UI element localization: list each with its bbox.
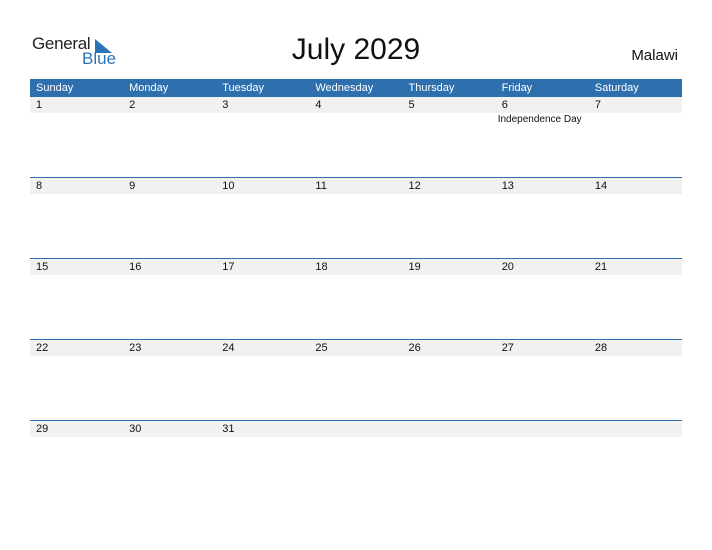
day-cell: 21 (589, 259, 682, 340)
day-cell: 13 (496, 178, 589, 259)
day-cell: 16 (123, 259, 216, 340)
day-cell (403, 421, 496, 502)
day-number: 21 (594, 261, 608, 273)
week-row: 15 16 17 18 19 20 21 (30, 258, 682, 340)
day-cell: 10 (216, 178, 309, 259)
holiday-label: Independence Day (497, 114, 582, 125)
day-cell: 18 (309, 259, 402, 340)
day-number: 31 (222, 423, 235, 435)
day-number: 11 (315, 180, 327, 192)
day-number: 24 (222, 342, 235, 354)
day-cell: 22 (30, 340, 123, 421)
day-cell: 25 (309, 340, 402, 421)
day-number: 10 (222, 180, 235, 192)
day-cell: 29 (30, 421, 123, 502)
week-row: 8 9 10 11 12 13 14 (30, 177, 682, 259)
day-cell: 26 (403, 340, 496, 421)
day-number: 19 (408, 261, 421, 273)
country-label: Malawi (631, 47, 678, 64)
day-number: 17 (222, 261, 235, 273)
day-number: 2 (129, 99, 136, 111)
day-cell: 28 (589, 340, 682, 421)
week-row: 29 30 31 (30, 420, 682, 502)
week-row: 1 2 3 4 5 6 Independence Day 7 (30, 97, 682, 178)
day-number: 3 (222, 99, 229, 111)
day-cell: 3 (216, 97, 309, 178)
day-number: 28 (594, 342, 608, 354)
day-cell: 12 (403, 178, 496, 259)
day-cell: 20 (496, 259, 589, 340)
day-cell: 4 (309, 97, 402, 178)
day-cell (589, 421, 682, 502)
day-number: 7 (594, 99, 601, 111)
day-cell: 7 (589, 97, 682, 178)
day-number: 25 (315, 342, 328, 354)
day-number: 6 (501, 99, 508, 111)
day-cell (496, 421, 589, 502)
day-number: 5 (408, 99, 415, 111)
day-number: 30 (129, 423, 142, 435)
weekday-friday: Friday (501, 82, 533, 94)
day-cell: 5 (403, 97, 496, 178)
day-cell: 17 (216, 259, 309, 340)
day-number: 29 (36, 423, 49, 435)
weekday-wednesday: Wednesday (315, 82, 374, 94)
day-cell: 2 (123, 97, 216, 178)
day-number: 14 (594, 180, 608, 192)
calendar-title: July 2029 (291, 33, 421, 66)
day-number: 13 (501, 180, 514, 192)
day-cell: 19 (403, 259, 496, 340)
day-number: 18 (315, 261, 328, 273)
weekday-sunday: Sunday (36, 82, 74, 94)
day-cell: 6 Independence Day (496, 97, 589, 178)
day-cell: 15 (30, 259, 123, 340)
day-cell: 31 (216, 421, 309, 502)
weekday-header: Sunday Monday Tuesday Wednesday Thursday… (30, 79, 682, 97)
day-number: 9 (129, 180, 136, 192)
day-number: 20 (501, 261, 514, 273)
weekday-thursday: Thursday (408, 82, 455, 94)
day-cell: 24 (216, 340, 309, 421)
week-row: 22 23 24 25 26 27 28 (30, 339, 682, 421)
day-cell: 9 (123, 178, 216, 259)
day-number: 16 (129, 261, 142, 273)
weekday-monday: Monday (129, 82, 169, 94)
day-cell: 27 (496, 340, 589, 421)
day-number: 22 (36, 342, 49, 354)
day-cell: 11 (309, 178, 402, 259)
weekday-saturday: Saturday (594, 82, 639, 94)
day-number: 12 (408, 180, 421, 192)
day-cell: 8 (30, 178, 123, 259)
day-cell: 23 (123, 340, 216, 421)
day-cell: 30 (123, 421, 216, 502)
day-number: 8 (36, 180, 43, 192)
day-cell: 1 (30, 97, 123, 178)
day-cell: 14 (589, 178, 682, 259)
day-number: 23 (129, 342, 142, 354)
day-number: 27 (501, 342, 514, 354)
weekday-tuesday: Tuesday (222, 82, 265, 94)
day-number: 1 (36, 99, 43, 111)
day-number: 15 (36, 261, 49, 273)
day-number: 4 (315, 99, 322, 111)
day-cell (309, 421, 402, 502)
day-number: 26 (408, 342, 421, 354)
